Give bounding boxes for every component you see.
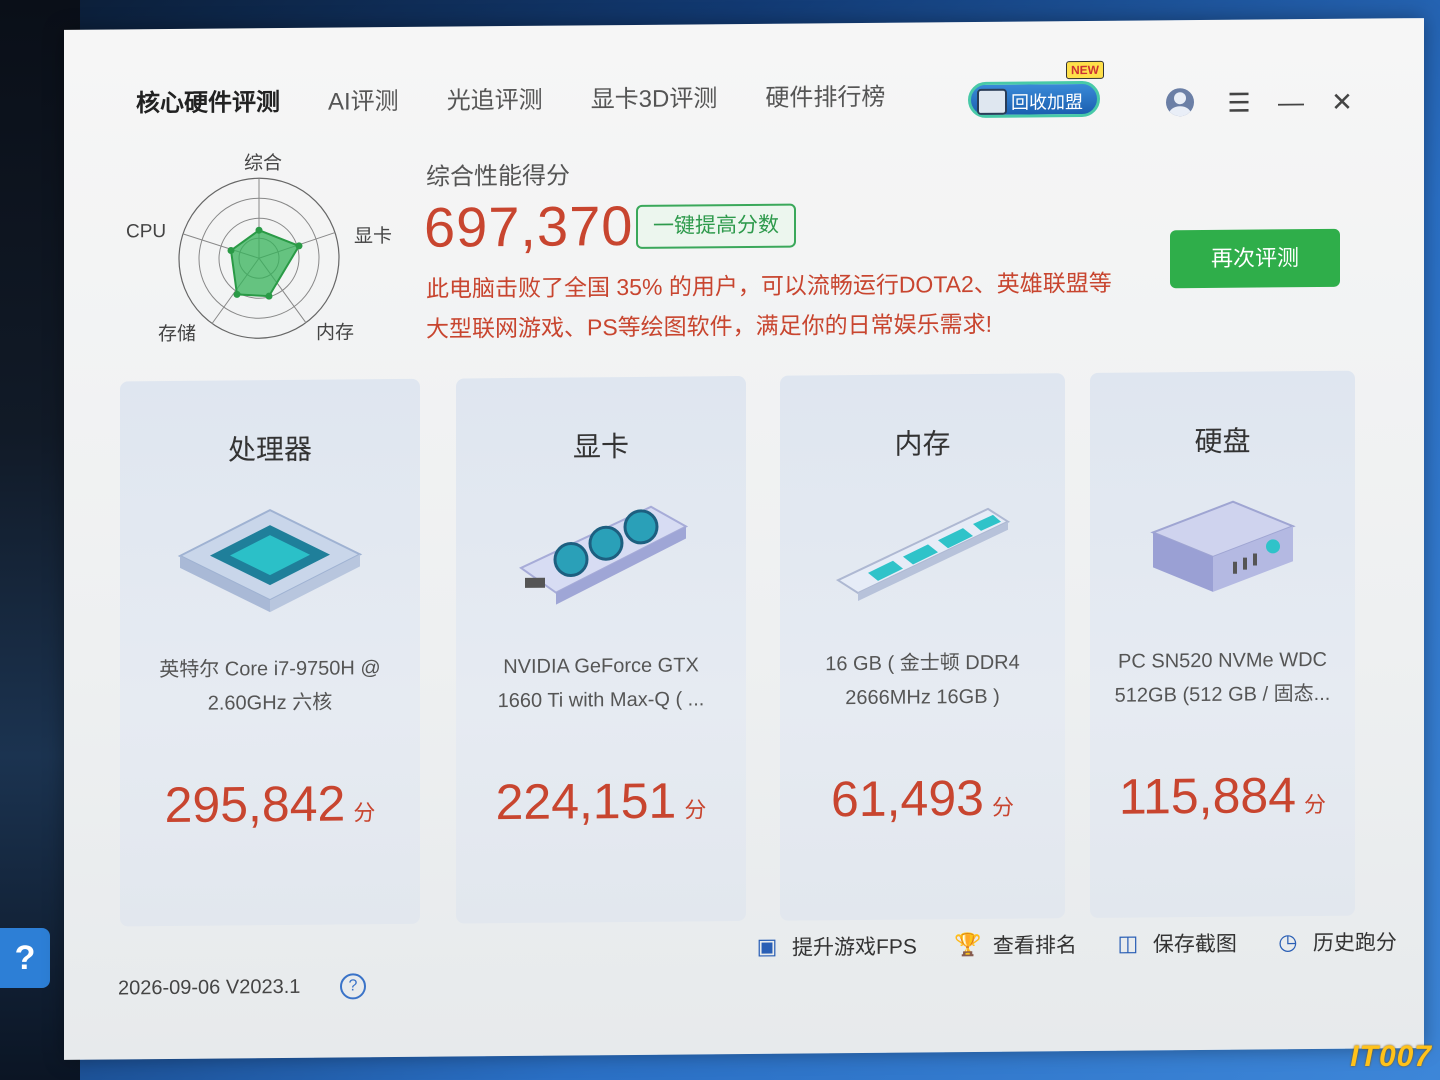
card-score-unit: 分 <box>353 800 376 826</box>
card-description: 16 GB ( 金士顿 DDR4 2666MHz 16GB ) <box>780 645 1065 715</box>
card-score: 115,884 分 <box>1090 766 1355 826</box>
card-gpu[interactable]: 显卡 NVIDIA GeForce GTX 1660 Ti with Max-Q… <box>456 375 746 924</box>
tab-core-hardware[interactable]: 核心硬件评测 <box>136 83 280 124</box>
action-label: 保存截图 <box>1152 932 1237 957</box>
card-score: 61,493 分 <box>780 768 1065 828</box>
card-cpu[interactable]: 处理器 英特尔 Core i7-9750H @ 2.60GHz 六核 295,8… <box>120 378 420 927</box>
view-ranking-action[interactable]: 🏆 查看排名 <box>953 929 1077 960</box>
card-score-value: 61,493 <box>831 769 984 828</box>
cpu-chip-icon <box>170 499 370 626</box>
promo-label: 回收加盟 <box>1011 92 1083 113</box>
hard-drive-icon <box>1123 491 1323 618</box>
action-label: 提升游戏FPS <box>792 935 917 960</box>
version-label: 2026-09-06 V2023.1 <box>118 975 301 1000</box>
minimize-icon[interactable]: — <box>1278 87 1304 117</box>
retest-button[interactable]: 再次评测 <box>1170 228 1340 289</box>
close-icon[interactable]: ✕ <box>1329 87 1355 117</box>
card-desc-line: 16 GB ( 金士顿 DDR4 <box>825 651 1020 676</box>
radar-label-storage: 存储 <box>158 323 197 346</box>
boost-score-button[interactable]: 一键提高分数 <box>636 203 796 249</box>
top-nav: 核心硬件评测 AI评测 光追评测 显卡3D评测 硬件排行榜 <box>136 77 933 124</box>
save-screenshot-action[interactable]: ◫ 保存截图 <box>1113 928 1237 959</box>
radar-label-gpu: 显卡 <box>354 226 393 248</box>
memory-stick-icon <box>823 494 1023 621</box>
card-desc-line: 512GB (512 GB / 固态... <box>1114 682 1331 707</box>
card-title: 显卡 <box>572 431 629 463</box>
graphics-card-icon <box>501 496 701 623</box>
action-label: 查看排名 <box>992 934 1077 958</box>
card-desc-line: NVIDIA GeForce GTX <box>503 654 699 679</box>
hardware-cards: 处理器 英特尔 Core i7-9750H @ 2.60GHz 六核 295,8… <box>120 370 1360 932</box>
game-fps-icon: ▣ <box>756 933 778 959</box>
card-score: 295,842 分 <box>120 774 420 835</box>
card-desc-line: 1660 Ti with Max-Q ( ... <box>497 688 705 713</box>
card-desc-line: PC SN520 NVMe WDC <box>1118 648 1327 673</box>
card-title: 内存 <box>894 428 951 460</box>
card-title: 处理器 <box>227 433 312 466</box>
card-score-value: 295,842 <box>164 775 346 834</box>
watermark-logo: IT007 <box>1350 1040 1432 1073</box>
new-badge: NEW <box>1066 60 1104 80</box>
card-desc-line: 2666MHz 16GB ) <box>845 685 1000 710</box>
card-score-value: 224,151 <box>495 772 677 831</box>
card-score-value: 115,884 <box>1118 767 1296 825</box>
crop-icon: ◫ <box>1117 930 1139 956</box>
card-description: PC SN520 NVMe WDC 512GB (512 GB / 固态... <box>1090 643 1355 713</box>
card-score-unit: 分 <box>1304 791 1327 818</box>
tab-ai[interactable]: AI评测 <box>328 82 399 123</box>
card-disk[interactable]: 硬盘 PC SN520 NVMe WDC 512GB (512 GB / 固态.… <box>1090 370 1355 918</box>
total-score: 697,370 <box>424 193 634 259</box>
footer-actions: ▣ 提升游戏FPS 🏆 查看排名 ◫ 保存截图 ◷ 历史跑分 <box>752 926 1397 962</box>
card-score-unit: 分 <box>684 797 707 823</box>
action-label: 历史跑分 <box>1312 931 1397 956</box>
card-description: 英特尔 Core i7-9750H @ 2.60GHz 六核 <box>120 651 420 722</box>
recycle-promo-button[interactable]: 回收加盟 <box>968 80 1100 119</box>
summary-description: 此电脑击败了全国 35% 的用户，可以流畅运行DOTA2、英雄联盟等大型联网游戏… <box>426 269 1112 342</box>
performance-radar: 综合 CPU 显卡 存储 内存 <box>114 147 434 370</box>
card-memory[interactable]: 内存 16 GB ( 金士顿 DDR4 2666MHz 16GB ) 61,49… <box>780 373 1065 921</box>
card-desc-line: 英特尔 Core i7-9750H @ <box>159 657 381 682</box>
desktop-help-tab[interactable]: ? <box>0 928 50 988</box>
radar-label-memory: 内存 <box>316 322 355 344</box>
card-desc-line: 2.60GHz 六核 <box>207 691 333 715</box>
benchmark-window: 核心硬件评测 AI评测 光追评测 显卡3D评测 硬件排行榜 回收加盟 NEW ☰… <box>64 18 1424 1060</box>
history-scores-action[interactable]: ◷ 历史跑分 <box>1273 926 1397 957</box>
help-icon[interactable]: ? <box>340 973 366 1000</box>
tab-hardware-ranking[interactable]: 硬件排行榜 <box>765 78 885 119</box>
card-title: 硬盘 <box>1194 425 1251 458</box>
tab-gpu-3d[interactable]: 显卡3D评测 <box>591 79 718 120</box>
trophy-icon: 🏆 <box>954 931 982 958</box>
tab-ray-tracing[interactable]: 光追评测 <box>447 81 543 122</box>
card-description: NVIDIA GeForce GTX 1660 Ti with Max-Q ( … <box>456 648 746 719</box>
clock-icon: ◷ <box>1278 929 1298 955</box>
radar-label-overall: 综合 <box>244 153 283 175</box>
boost-fps-action[interactable]: ▣ 提升游戏FPS <box>752 930 917 961</box>
radar-label-cpu: CPU <box>126 221 167 243</box>
card-score-unit: 分 <box>991 794 1014 820</box>
user-icon[interactable] <box>1166 88 1194 117</box>
summary-title: 综合性能得分 <box>426 162 570 191</box>
menu-icon[interactable]: ☰ <box>1226 88 1252 118</box>
card-score: 224,151 分 <box>456 771 746 832</box>
computer-icon <box>977 88 1007 115</box>
